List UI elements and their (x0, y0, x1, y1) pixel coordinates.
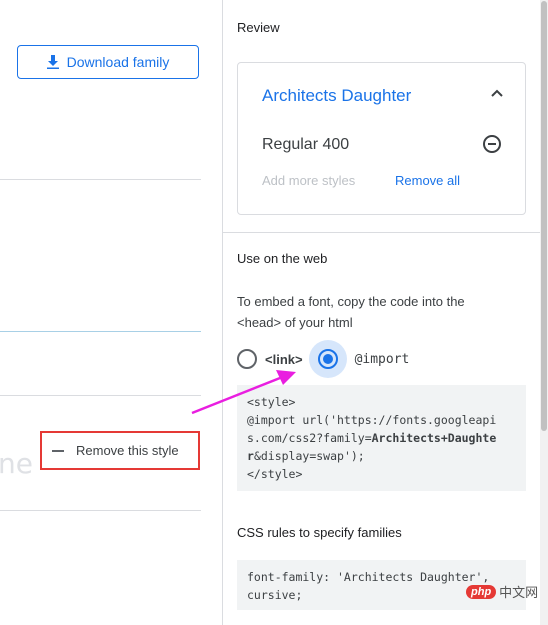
watermark-text: 中文网 (499, 585, 539, 600)
download-family-button[interactable]: Download family (17, 45, 199, 79)
css-rules-title: CSS rules to specify families (237, 525, 402, 540)
import-radio[interactable] (317, 349, 338, 369)
remove-all-button[interactable]: Remove all (395, 173, 460, 188)
remove-style-icon[interactable] (483, 135, 501, 153)
code-line: <style> (247, 395, 296, 409)
review-title: Review (237, 20, 280, 35)
download-icon (46, 55, 59, 69)
code-family-name: Architects+Daughte r (247, 431, 497, 463)
minus-icon (52, 449, 64, 452)
family-detail-area: Download family ne Remove this style (0, 0, 222, 625)
add-more-styles-link: Add more styles (262, 173, 356, 188)
family-name[interactable]: Architects Daughter (262, 86, 411, 106)
link-radio[interactable] (237, 349, 257, 369)
download-family-label: Download family (66, 54, 170, 70)
code-line: </style> (247, 467, 303, 481)
chevron-up-icon[interactable] (491, 88, 503, 100)
watermark-badge: php (466, 584, 497, 599)
remove-this-style-button[interactable]: Remove this style (40, 431, 200, 470)
divider (0, 395, 201, 396)
selected-families-panel: Review Architects Daughter Regular 400 A… (222, 0, 541, 625)
font-preview-text: ne (0, 447, 33, 480)
embed-instructions: To embed a font, copy the code into the … (237, 294, 465, 330)
embed-type-radio-group: <link> @import (237, 340, 410, 378)
selected-style-name: Regular 400 (262, 136, 350, 153)
import-code-block[interactable]: <style> @import url('https://fonts.googl… (237, 385, 526, 491)
divider (0, 331, 201, 332)
divider (0, 510, 201, 511)
remove-this-style-label: Remove this style (76, 443, 179, 458)
watermark-logo: php 中文网 (466, 582, 538, 601)
import-radio-focus (308, 340, 347, 378)
divider (223, 232, 541, 233)
review-card: Architects Daughter Regular 400 Add more… (237, 62, 526, 215)
import-radio-label[interactable]: @import (355, 352, 410, 367)
link-radio-label[interactable]: <link> (265, 352, 303, 367)
scrollbar-thumb[interactable] (541, 1, 547, 431)
use-on-web-title: Use on the web (237, 251, 328, 266)
divider (0, 179, 201, 180)
